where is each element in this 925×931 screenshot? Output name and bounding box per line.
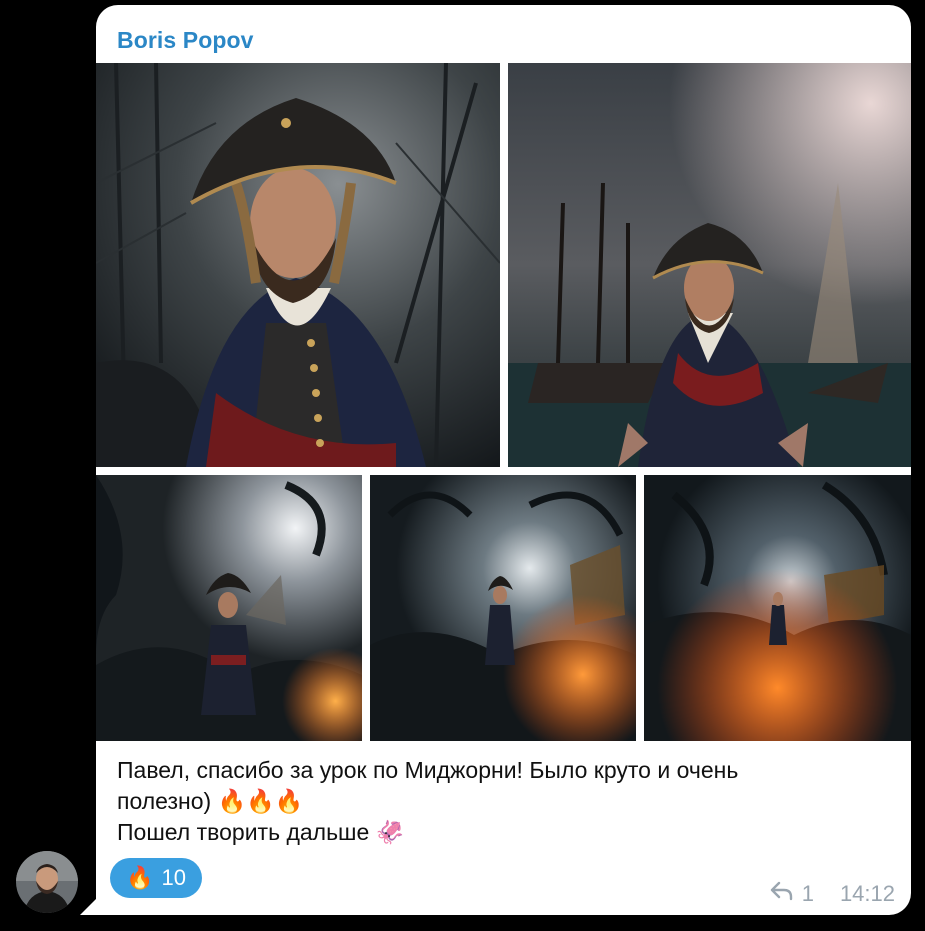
message-meta: 1 14:12 (770, 881, 895, 907)
sender-avatar[interactable] (16, 851, 78, 913)
message-line-3: Пошел творить дальше 🦑 (117, 819, 405, 845)
bubble-tail (80, 895, 100, 915)
photo-pirate-portrait[interactable] (96, 63, 500, 467)
photo-pirate-monsters-2[interactable] (370, 475, 636, 741)
reply-arrow-icon[interactable] (770, 881, 794, 907)
message-text: Павел, спасибо за урок по Миджорни! Было… (117, 755, 877, 848)
photo-pirate-ship-storm[interactable] (508, 63, 911, 467)
fire-emoji-icon: 🔥 (126, 865, 154, 890)
message-bubble[interactable]: Boris Popov Павел, спасибо за урок по Ми… (96, 5, 911, 915)
photo-pirate-monsters-1[interactable] (96, 475, 362, 741)
sender-name[interactable]: Boris Popov (117, 27, 254, 54)
photo-pirate-monsters-3[interactable] (644, 475, 911, 741)
message-line-2: полезно) 🔥🔥🔥 (117, 788, 304, 814)
reaction-count: 10 (161, 865, 186, 890)
message-line-1: Павел, спасибо за урок по Миджорни! Было… (117, 757, 739, 783)
reply-count[interactable]: 1 (802, 881, 814, 907)
message-time: 14:12 (839, 881, 895, 906)
fire-reaction-button[interactable]: 🔥 10 (110, 858, 202, 898)
